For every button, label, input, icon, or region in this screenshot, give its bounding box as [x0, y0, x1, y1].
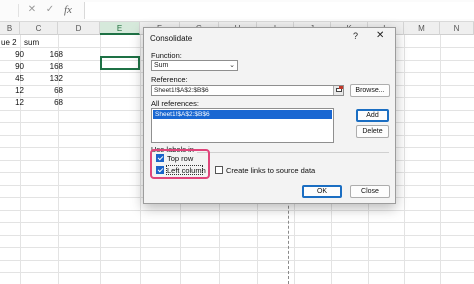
reference-value: Sheet1!$A$2:$B$6 [154, 87, 209, 94]
reference-label: Reference: [151, 75, 188, 84]
reference-input[interactable]: Sheet1!$A$2:$B$6 [151, 85, 344, 96]
list-item[interactable]: Sheet1!$A$2:$B$6 [153, 110, 332, 119]
active-cell[interactable] [100, 56, 140, 70]
function-dropdown[interactable]: Sum ⌄ [151, 60, 238, 71]
close-icon[interactable]: ✕ [376, 30, 384, 41]
cell-c-value[interactable]: 68 [20, 96, 63, 109]
insert-function-icon[interactable]: fx [64, 4, 72, 16]
cancel-icon[interactable]: ✕ [26, 4, 38, 16]
dialog-title: Consolidate [150, 34, 193, 43]
close-button[interactable]: Close [350, 185, 390, 198]
all-references-label: All references: [151, 99, 199, 108]
name-box-divider [18, 4, 19, 17]
delete-button[interactable]: Delete [356, 125, 389, 138]
formula-bar: ✕ ✓ fx [0, 0, 474, 22]
browse-button[interactable]: Browse... [350, 84, 390, 97]
help-icon[interactable]: ? [353, 31, 358, 41]
column-header-m[interactable]: M [404, 22, 440, 35]
ok-button[interactable]: OK [302, 185, 342, 198]
collapse-dialog-icon[interactable] [333, 86, 343, 95]
column-header-n[interactable]: N [440, 22, 474, 35]
create-links-checkbox[interactable] [215, 166, 223, 174]
column-header-d[interactable]: D [58, 22, 100, 35]
enter-icon[interactable]: ✓ [44, 4, 56, 16]
create-links-label: Create links to source data [226, 166, 316, 175]
add-button[interactable]: Add [356, 109, 389, 122]
all-references-list[interactable]: Sheet1!$A$2:$B$6 [151, 108, 334, 143]
formula-input[interactable] [84, 2, 474, 19]
column-header-e[interactable]: E [100, 22, 140, 35]
column-header-c[interactable]: C [20, 22, 58, 35]
chevron-down-icon: ⌄ [229, 62, 235, 69]
label-options-highlight [150, 149, 210, 179]
function-value: Sum [154, 62, 169, 69]
function-label: Function: [151, 51, 182, 60]
column-header-b[interactable]: B [0, 22, 20, 35]
